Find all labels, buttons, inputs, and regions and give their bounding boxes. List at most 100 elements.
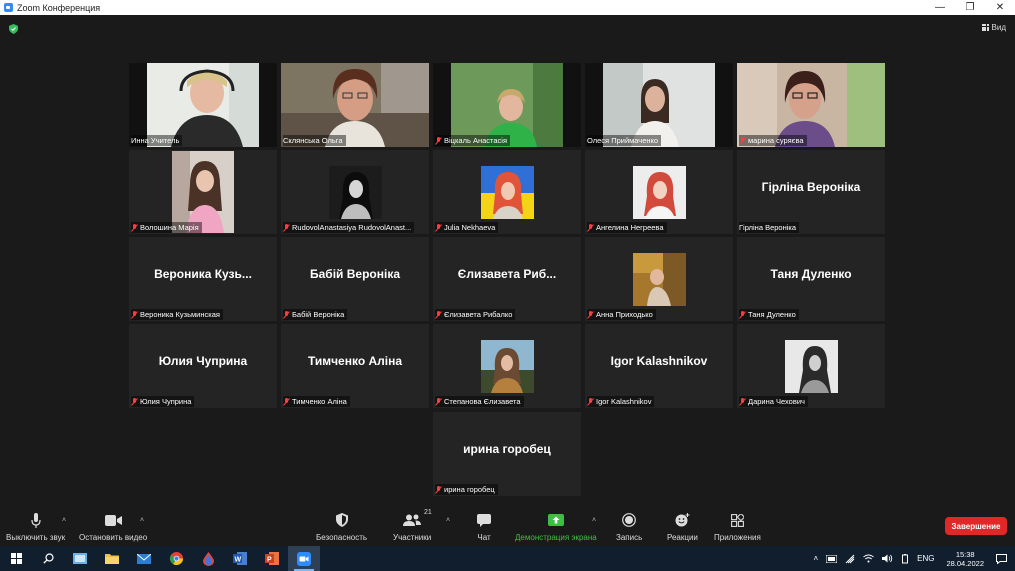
notifications-icon[interactable] — [996, 553, 1007, 564]
share-screen-icon — [547, 514, 564, 526]
participant-name-label: Ангелина Негреева — [587, 222, 667, 233]
mute-button[interactable]: Выключить звук — [6, 512, 65, 542]
restore-button[interactable]: ❐ — [955, 2, 985, 13]
clock-date: 28.04.2022 — [946, 558, 984, 568]
profile-picture — [481, 166, 534, 219]
chrome-icon[interactable] — [160, 546, 192, 571]
participant-tile[interactable]: Волошина Марія — [129, 150, 277, 234]
muted-mic-icon — [739, 397, 746, 406]
muted-mic-icon — [435, 310, 442, 319]
participant-display-name: Таня Дуленко — [770, 267, 852, 281]
participant-tile[interactable]: Гірліна Вероніка Гірліна Вероніка — [737, 150, 885, 234]
minimize-button[interactable]: — — [925, 2, 955, 13]
file-explorer-icon[interactable] — [64, 546, 96, 571]
language-indicator[interactable]: ENG — [917, 554, 934, 563]
participant-display-name: Юлия Чуприна — [158, 354, 248, 368]
record-icon — [622, 513, 637, 527]
chevron-up-icon[interactable]: ˄ — [813, 554, 818, 563]
video-options-caret[interactable]: ˄ — [140, 517, 144, 524]
participant-tile[interactable]: Julia Nekhaeva — [433, 150, 581, 234]
profile-picture — [633, 166, 686, 219]
muted-mic-icon — [131, 310, 138, 319]
chat-button[interactable]: Чат — [477, 512, 491, 542]
participant-tile[interactable]: Віцкаль Анастасія — [433, 63, 581, 147]
audio-options-caret[interactable]: ˄ — [62, 517, 66, 524]
muted-mic-icon — [283, 310, 290, 319]
end-meeting-button[interactable]: Завершение — [945, 517, 1007, 535]
wifi-icon[interactable] — [863, 554, 874, 563]
profile-picture — [481, 340, 534, 393]
participant-tile[interactable]: RudovolAnastasiya RudovolAnast... — [281, 150, 429, 234]
window-title-bar: Zoom Конференция — ❐ ✕ — [0, 0, 1015, 15]
muted-mic-icon — [587, 310, 594, 319]
share-options-caret[interactable]: ˄ — [592, 517, 596, 524]
participant-tile[interactable]: Юлия Чуприна Юлия Чуприна — [129, 324, 277, 408]
windows-taskbar: W P ˄ ENG 15:38 28.04.2022 — [0, 546, 1015, 571]
encryption-shield-icon[interactable] — [9, 24, 18, 34]
participant-tile[interactable]: Igor Kalashnikov Igor Kalashnikov — [585, 324, 733, 408]
participant-display-name: Єлизавета Риб... — [457, 267, 557, 281]
muted-mic-icon — [435, 223, 442, 232]
svg-text:P: P — [267, 557, 272, 564]
participants-options-caret[interactable]: ˄ — [446, 517, 450, 524]
muted-mic-icon — [435, 136, 442, 145]
mail-icon[interactable] — [128, 546, 160, 571]
participant-name-label: Олеся Приймаченко — [587, 135, 662, 146]
word-icon[interactable]: W — [224, 546, 256, 571]
share-screen-button[interactable]: Демонстрация экрана — [515, 512, 597, 542]
participant-tile[interactable]: марина суряєва — [737, 63, 885, 147]
participant-tile[interactable]: Олеся Приймаченко — [585, 63, 733, 147]
muted-mic-icon — [131, 223, 138, 232]
participant-tile[interactable]: Степанова Єлизавета — [433, 324, 581, 408]
stop-video-button[interactable]: Остановить видео — [79, 512, 147, 542]
participant-name-label: Бабій Вероніка — [283, 309, 348, 320]
start-icon[interactable] — [0, 546, 32, 571]
participant-tile[interactable]: Бабій Вероніка Бабій Вероніка — [281, 237, 429, 321]
folder-icon[interactable] — [96, 546, 128, 571]
volume-icon[interactable] — [882, 554, 893, 563]
search-icon[interactable] — [32, 546, 64, 571]
participant-tile[interactable]: Инна Учитель — [129, 63, 277, 147]
participant-tile[interactable]: Анна Приходько — [585, 237, 733, 321]
participant-tile[interactable]: Таня Дуленко Таня Дуленко — [737, 237, 885, 321]
participant-tile[interactable]: Дарина Чехович — [737, 324, 885, 408]
profile-picture — [329, 166, 382, 219]
participant-tile[interactable]: Єлизавета Риб... Єлизавета Рибалко — [433, 237, 581, 321]
window-title: Zoom Конференция — [17, 2, 101, 13]
profile-picture — [172, 151, 234, 233]
system-tray: ˄ ENG 15:38 28.04.2022 — [809, 546, 1015, 571]
profile-picture — [785, 340, 838, 393]
view-button[interactable]: Вид — [981, 23, 1006, 32]
hotspot-icon[interactable] — [826, 554, 838, 563]
battery-plug-icon[interactable] — [901, 553, 909, 564]
chat-bubble-icon — [477, 513, 491, 527]
participant-display-name: Бабій Вероніка — [309, 267, 401, 281]
clock[interactable]: 15:38 28.04.2022 — [946, 550, 984, 568]
participant-tile[interactable]: ирина горобец ирина горобец — [433, 412, 581, 496]
muted-mic-icon — [283, 397, 290, 406]
zoom-icon[interactable] — [288, 546, 320, 571]
participant-tile-active-speaker[interactable]: Склянська Ольга — [281, 63, 429, 147]
muted-mic-icon — [435, 485, 442, 494]
security-button[interactable]: Безопасность — [316, 512, 367, 542]
participant-name-label: Анна Приходько — [587, 309, 656, 320]
participant-name-label: Гірліна Вероніка — [739, 222, 800, 233]
participant-tile[interactable]: Тимченко Аліна Тимченко Аліна — [281, 324, 429, 408]
record-button[interactable]: Запись — [616, 512, 642, 542]
drop-app-icon[interactable] — [192, 546, 224, 571]
participant-name-label: Инна Учитель — [131, 135, 183, 146]
muted-mic-icon — [435, 397, 442, 406]
participant-name-label: марина суряєва — [739, 135, 807, 146]
participant-name-label: Тимченко Аліна — [283, 396, 350, 407]
participant-display-name: ирина горобец — [463, 442, 551, 456]
reactions-button[interactable]: Реакции — [667, 512, 698, 542]
muted-mic-icon — [739, 136, 746, 145]
participant-tile[interactable]: Ангелина Негреева — [585, 150, 733, 234]
powerpoint-icon[interactable]: P — [256, 546, 288, 571]
apps-button[interactable]: Приложения — [714, 512, 761, 542]
clock-time: 15:38 — [955, 549, 975, 559]
network-icon[interactable] — [845, 554, 855, 564]
participants-button[interactable]: 21 Участники — [393, 509, 432, 542]
participant-tile[interactable]: Вероника Кузь... Вероника Кузьминская — [129, 237, 277, 321]
close-button[interactable]: ✕ — [985, 2, 1015, 13]
